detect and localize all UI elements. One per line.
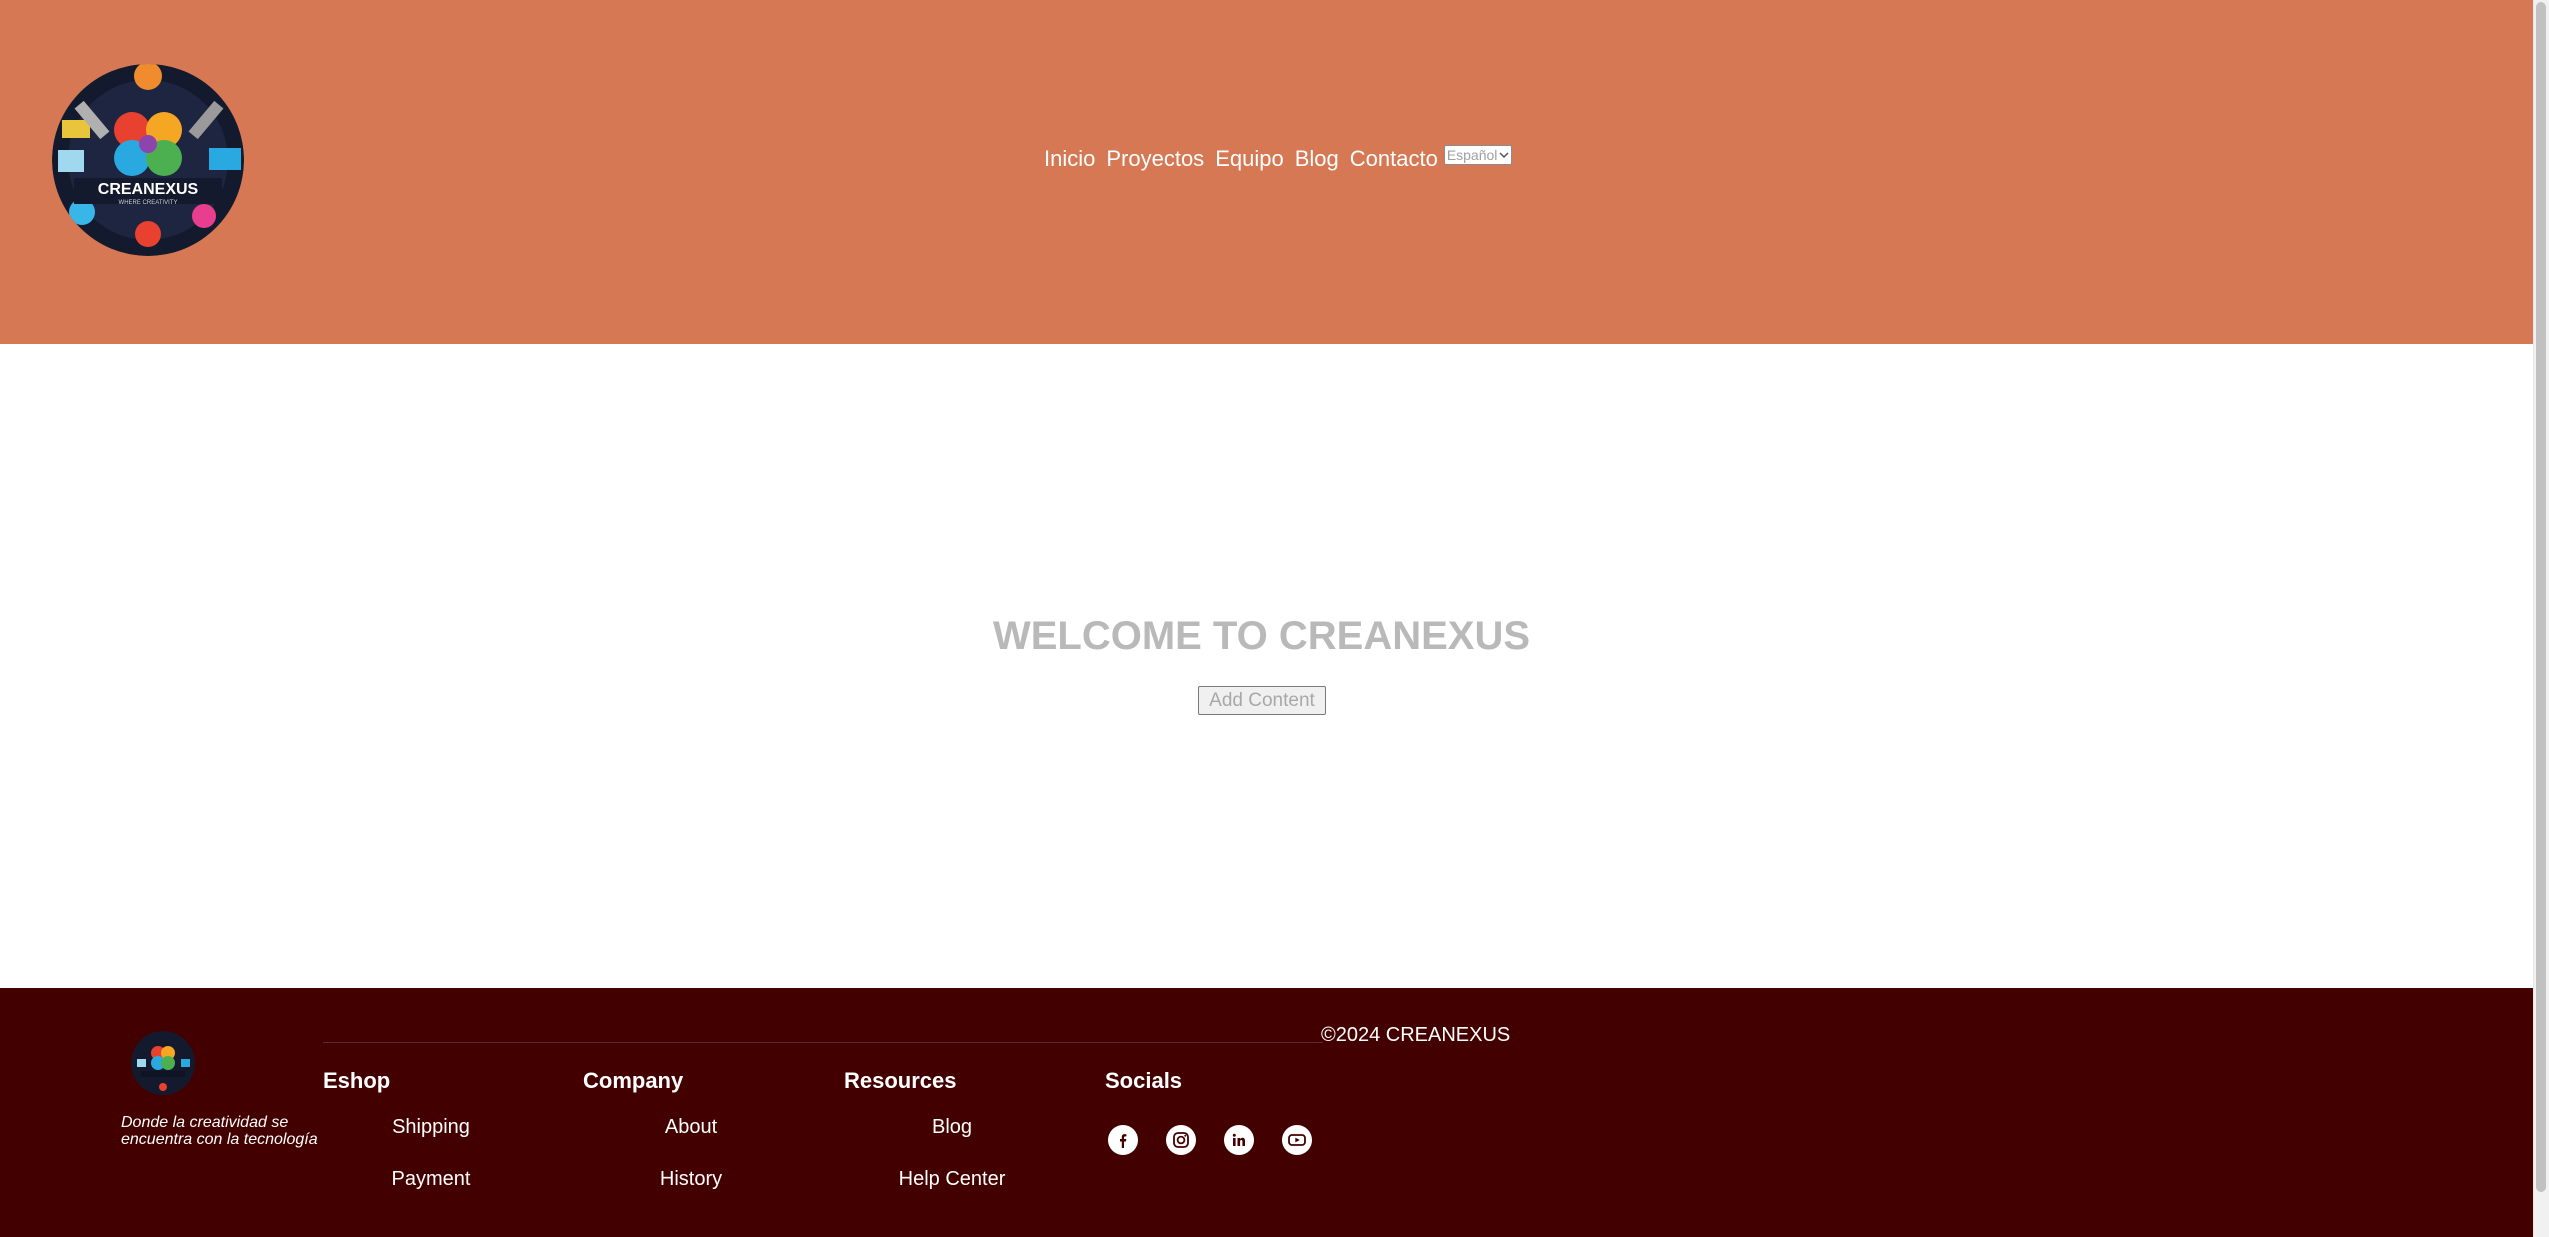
tagline-line-1: Donde la creatividad se: [121, 1114, 289, 1131]
add-content-button[interactable]: Add Content: [1198, 686, 1326, 715]
language-select[interactable]: Español: [1443, 145, 1513, 165]
nav-item-equipo[interactable]: Equipo: [1215, 146, 1284, 172]
nav-item-proyectos[interactable]: Proyectos: [1106, 146, 1204, 172]
language-select-value: Español: [1446, 147, 1498, 163]
nav-item-contacto[interactable]: Contacto: [1350, 146, 1438, 172]
footer-col-eshop: Eshop Shipping Payment: [323, 1068, 583, 1190]
footer-divider: [323, 1042, 1323, 1043]
creanexus-logo-icon[interactable]: CREANEXUS WHERE CREATIVITY: [52, 64, 244, 256]
footer-col-resources: Resources Blog Help Center: [844, 1068, 1104, 1190]
copyright-text: ©2024 CREANEXUS: [1321, 1024, 1511, 1046]
footer-link-help-center[interactable]: Help Center: [899, 1168, 1006, 1191]
page-title: WELCOME TO CREANEXUS: [992, 614, 1531, 658]
scrollbar-thumb[interactable]: [2536, 2, 2546, 1192]
svg-text:CREANEXUS: CREANEXUS: [98, 181, 199, 198]
youtube-icon[interactable]: [1282, 1125, 1312, 1155]
linkedin-icon[interactable]: [1224, 1125, 1254, 1155]
footer-col-company: Company About History: [583, 1068, 843, 1190]
footer-link-about[interactable]: About: [665, 1116, 717, 1139]
social-links: [1108, 1125, 1312, 1155]
footer-col-heading: Resources: [844, 1068, 957, 1093]
facebook-icon[interactable]: [1108, 1125, 1138, 1155]
footer-link-payment[interactable]: Payment: [392, 1168, 471, 1191]
footer-link-blog[interactable]: Blog: [932, 1116, 972, 1139]
footer-link-shipping[interactable]: Shipping: [392, 1116, 470, 1139]
footer-col-socials: Socials: [1105, 1068, 1365, 1094]
main-content: WELCOME TO CREANEXUS Add Content: [0, 344, 2533, 988]
footer-col-heading: Company: [583, 1068, 684, 1093]
main-nav: Inicio Proyectos Equipo Blog Contacto Es…: [1044, 144, 1513, 174]
chevron-down-icon: [1499, 152, 1509, 159]
footer-col-heading: Socials: [1105, 1068, 1183, 1093]
footer-link-history[interactable]: History: [660, 1168, 722, 1191]
tagline-line-2: encuentra con la tecnología: [121, 1131, 318, 1148]
footer-tagline: Donde la creatividad se encuentra con la…: [121, 1114, 331, 1148]
nav-item-inicio[interactable]: Inicio: [1044, 146, 1095, 172]
svg-text:WHERE CREATIVITY: WHERE CREATIVITY: [119, 200, 178, 206]
footer-logo-icon[interactable]: [131, 1031, 195, 1095]
nav-item-blog[interactable]: Blog: [1295, 146, 1339, 172]
footer-col-heading: Eshop: [323, 1068, 391, 1093]
site-header: CREANEXUS WHERE CREATIVITY Inicio Proyec…: [0, 0, 2533, 344]
instagram-icon[interactable]: [1166, 1125, 1196, 1155]
site-footer: Donde la creatividad se encuentra con la…: [0, 988, 2533, 1237]
